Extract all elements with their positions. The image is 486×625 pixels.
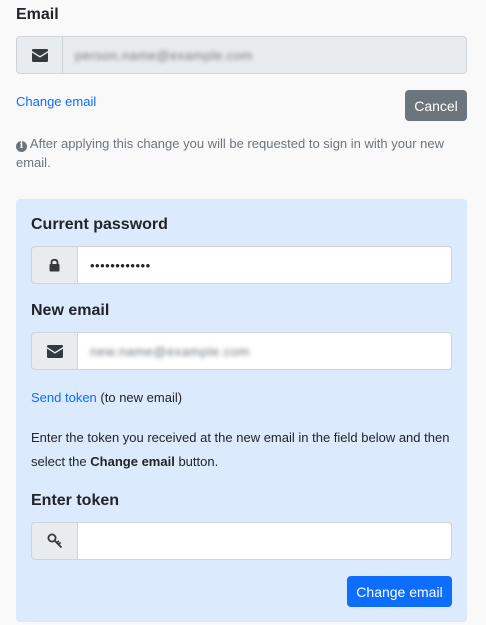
current-password-group: •••••••••••• (31, 246, 452, 284)
info-icon: i (16, 141, 27, 152)
new-email-label: New email (31, 302, 110, 319)
current-email-group: person.name@example.com (16, 36, 467, 74)
lock-icon (31, 246, 78, 284)
key-icon (31, 522, 78, 560)
password-mask: •••••••••••• (90, 257, 151, 273)
send-token-hint: (to new email) (100, 390, 183, 405)
new-email-value: new.name@example.com (90, 343, 250, 359)
send-token-link[interactable]: Send token (31, 390, 97, 405)
new-email-group: new.name@example.com (31, 332, 452, 370)
current-email-field: person.name@example.com (63, 36, 467, 74)
change-email-submit-button[interactable]: Change email (347, 576, 452, 607)
info-note: i After applying this change you will be… (16, 134, 456, 172)
envelope-icon (16, 36, 63, 74)
cancel-button[interactable]: Cancel (405, 90, 467, 121)
new-email-input[interactable]: new.name@example.com (78, 332, 452, 370)
envelope-icon (31, 332, 78, 370)
current-password-label: Current password (31, 216, 168, 233)
send-token-row: Send token (to new email) (31, 390, 182, 405)
token-instructions: Enter the token you received at the new … (31, 426, 451, 474)
instruction-text-end: button. (178, 454, 219, 469)
instruction-bold: Change email (90, 454, 175, 469)
current-email-value: person.name@example.com (75, 47, 253, 63)
token-group (31, 522, 452, 560)
current-password-input[interactable]: •••••••••••• (78, 246, 452, 284)
change-email-link[interactable]: Change email (16, 94, 96, 109)
info-text: After applying this change you will be r… (16, 136, 444, 170)
email-label: Email (16, 6, 59, 23)
token-input[interactable] (78, 522, 452, 560)
enter-token-label: Enter token (31, 492, 120, 509)
